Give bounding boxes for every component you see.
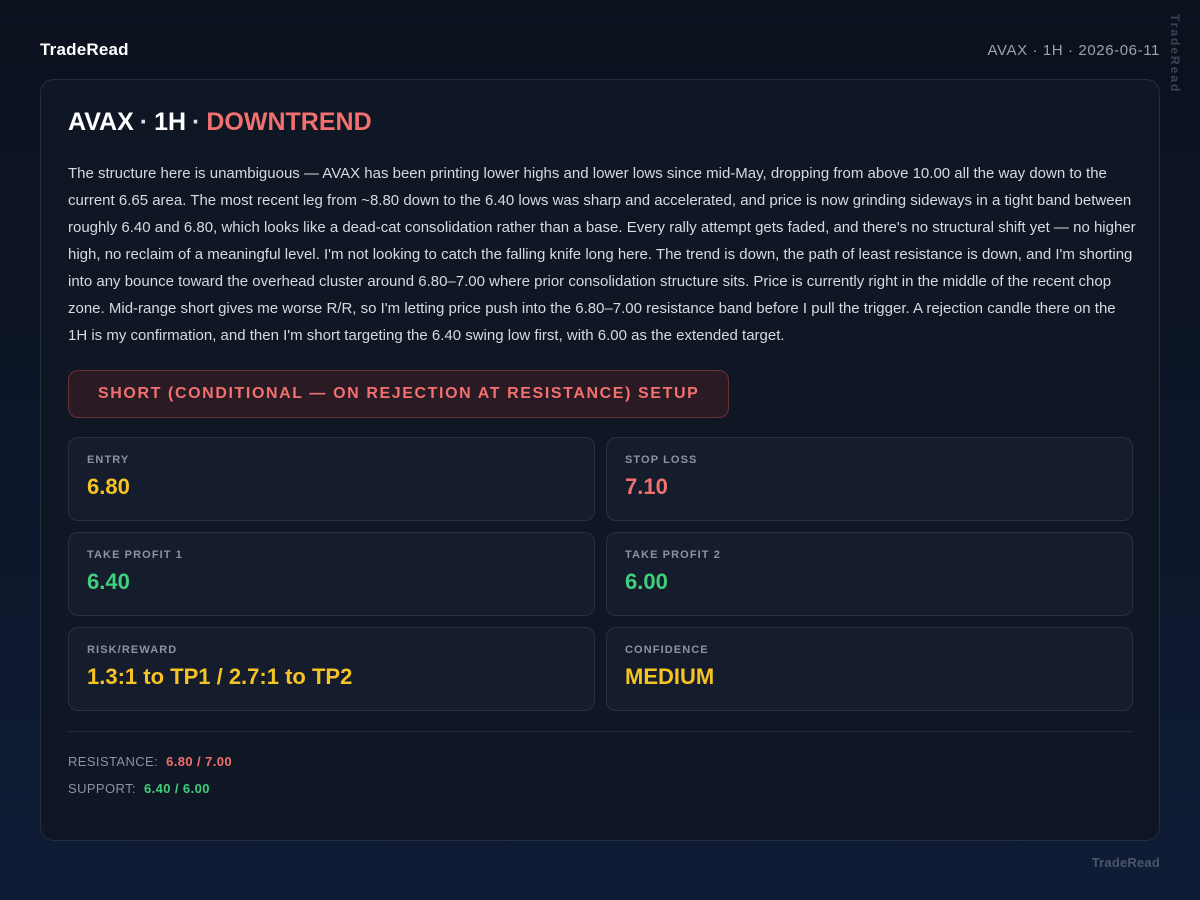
symbol: AVAX bbox=[68, 107, 134, 136]
take-profit-2-value: 6.00 bbox=[625, 569, 668, 594]
take-profit-2-box: TAKE PROFIT 2 6.00 bbox=[606, 532, 1133, 616]
confidence-value: MEDIUM bbox=[625, 664, 715, 689]
take-profit-2-label: TAKE PROFIT 2 bbox=[625, 549, 721, 561]
setup-badge: SHORT (CONDITIONAL — ON REJECTION AT RES… bbox=[68, 370, 730, 418]
divider bbox=[68, 731, 1132, 732]
page-title: AVAX · 1H · DOWNTREND bbox=[68, 106, 1132, 138]
footer-brand: TradeRead bbox=[1091, 855, 1160, 870]
top-bar: TradeRead AVAX · 1H · 2026-06-11 bbox=[40, 38, 1160, 62]
support-value: 6.40 / 6.00 bbox=[144, 781, 210, 796]
stop-loss-value: 7.10 bbox=[625, 474, 668, 499]
stop-loss-label: STOP LOSS bbox=[625, 454, 698, 466]
take-profit-1-label: TAKE PROFIT 1 bbox=[87, 549, 183, 561]
title-separator: · bbox=[192, 107, 201, 136]
entry-label: ENTRY bbox=[87, 454, 130, 466]
metrics-grid: ENTRY 6.80 STOP LOSS 7.10 TAKE PROFIT 1 … bbox=[68, 437, 1133, 711]
analysis-text: The structure here is unambiguous — AVAX… bbox=[68, 165, 1136, 344]
entry-box: ENTRY 6.80 bbox=[68, 437, 595, 521]
risk-reward-label: RISK/REWARD bbox=[87, 644, 178, 656]
take-profit-1-box: TAKE PROFIT 1 6.40 bbox=[68, 532, 595, 616]
resistance-label: RESISTANCE: bbox=[68, 754, 159, 769]
risk-reward-value: 1.3:1 to TP1 / 2.7:1 to TP2 bbox=[87, 664, 353, 689]
support-label: SUPPORT: bbox=[68, 781, 136, 796]
risk-reward-box: RISK/REWARD 1.3:1 to TP1 / 2.7:1 to TP2 bbox=[68, 627, 595, 711]
chart-meta: AVAX · 1H · 2026-06-11 bbox=[987, 41, 1160, 59]
confidence-box: CONFIDENCE MEDIUM bbox=[606, 627, 1133, 711]
confidence-label: CONFIDENCE bbox=[625, 644, 709, 656]
analysis-card: AVAX · 1H · DOWNTREND The structure here… bbox=[40, 79, 1160, 841]
title-separator: · bbox=[139, 107, 149, 136]
resistance-row: RESISTANCE: 6.80 / 7.00 bbox=[68, 748, 1132, 775]
take-profit-1-value: 6.40 bbox=[87, 569, 130, 594]
key-levels: RESISTANCE: 6.80 / 7.00 SUPPORT: 6.40 / … bbox=[68, 748, 1132, 802]
brand-logo: TradeRead bbox=[40, 40, 129, 59]
trend-badge: DOWNTREND bbox=[206, 107, 372, 136]
timeframe: 1H bbox=[154, 107, 187, 136]
support-row: SUPPORT: 6.40 / 6.00 bbox=[68, 775, 1132, 802]
side-watermark: TradeRead bbox=[1168, 14, 1182, 94]
entry-value: 6.80 bbox=[87, 474, 130, 499]
stop-loss-box: STOP LOSS 7.10 bbox=[606, 437, 1133, 521]
resistance-value: 6.80 / 7.00 bbox=[166, 754, 232, 769]
